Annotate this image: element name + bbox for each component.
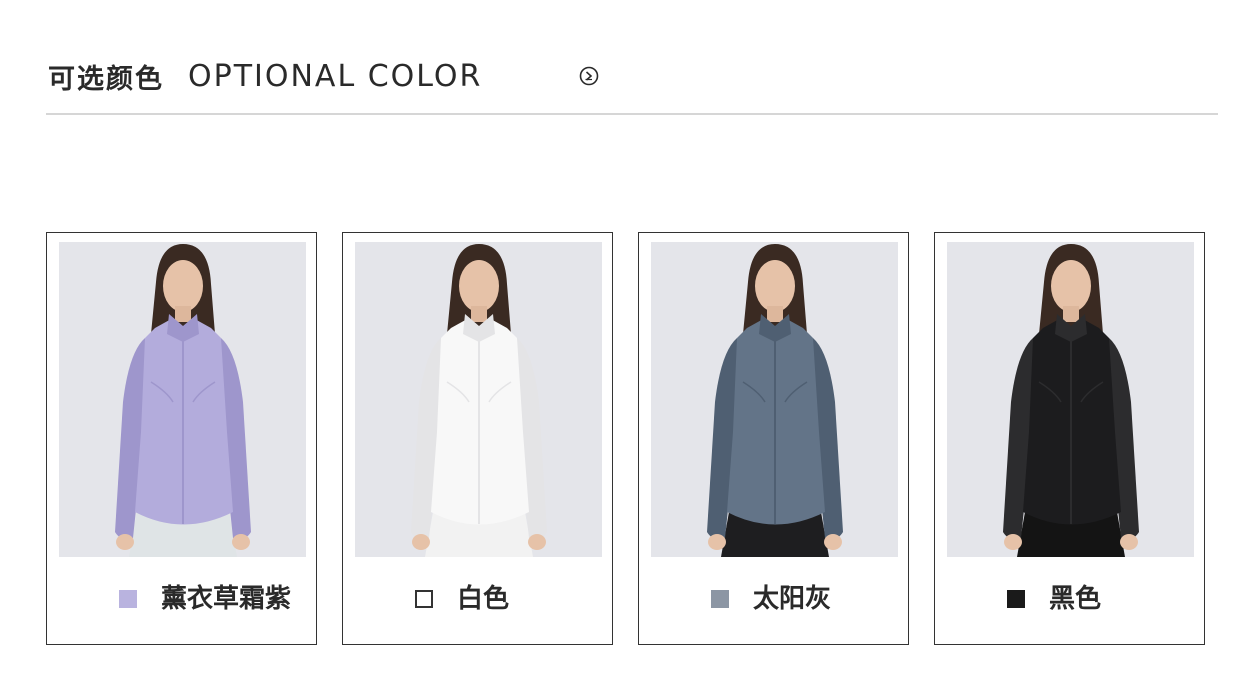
model-illustration [651,242,898,557]
color-name: 太阳灰 [753,584,832,614]
color-name: 薰衣草霜紫 [161,584,292,614]
color-label-row: 白色 [343,583,612,615]
color-name: 白色 [457,584,510,614]
color-label-row: 薰衣草霜紫 [47,583,316,615]
color-option-card[interactable]: 黑色 [934,232,1205,645]
color-swatch [1007,590,1025,608]
section-title-chinese: 可选颜色 [48,63,164,95]
color-label-row: 太阳灰 [639,583,908,615]
color-option-card[interactable]: 薰衣草霜紫 [46,232,317,645]
color-option-card[interactable]: 白色 [342,232,613,645]
color-swatch [415,590,433,608]
model-illustration [355,242,602,557]
color-name: 黑色 [1049,584,1102,614]
color-label-row: 黑色 [935,583,1204,615]
circle-chevron-right-icon[interactable] [579,66,599,86]
header-divider [46,113,1218,115]
model-illustration [59,242,306,557]
section-header: 可选颜色 OPTIONAL COLOR [48,56,482,96]
color-option-card[interactable]: 太阳灰 [638,232,909,645]
product-photo [651,242,898,557]
section-title-english: OPTIONAL COLOR [188,58,483,94]
model-illustration [947,242,1194,557]
color-swatch [119,590,137,608]
product-photo [947,242,1194,557]
product-photo [59,242,306,557]
color-swatch [711,590,729,608]
product-photo [355,242,602,557]
